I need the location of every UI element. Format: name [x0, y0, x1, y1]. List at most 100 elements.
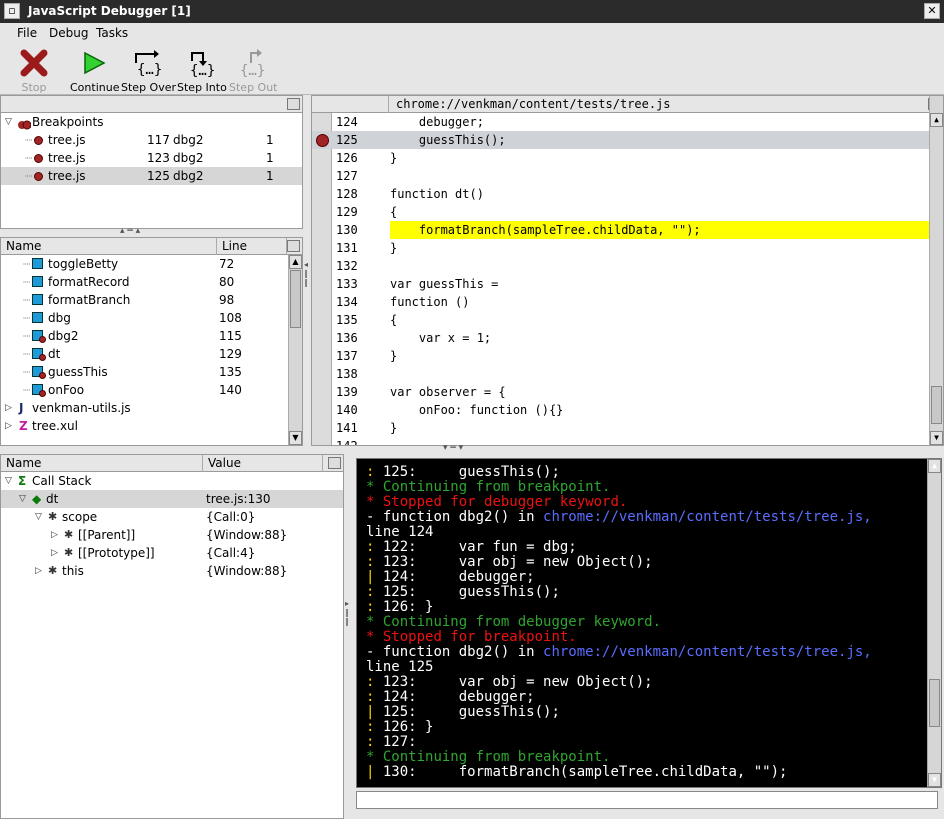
breakpoint-icon[interactable]	[316, 134, 329, 147]
scroll-down-icon[interactable]: ▼	[289, 431, 302, 445]
window-menu-icon[interactable]: ▫	[4, 3, 20, 19]
source-line[interactable]: 138	[312, 365, 929, 383]
bp-function: dbg2	[173, 169, 204, 183]
source-line[interactable]: 139 var observer = {	[312, 383, 929, 401]
column-picker-icon[interactable]	[328, 457, 341, 469]
call-stack-root[interactable]: ▽ Σ Call Stack	[1, 472, 343, 490]
stack-row[interactable]: ▷ ✱ [[Parent]] {Window:88}	[1, 526, 343, 544]
scroll-thumb[interactable]	[929, 679, 940, 727]
stack-row[interactable]: ▽ ◆ dt tree.js:130	[1, 490, 343, 508]
breakpoints-root[interactable]: ▽ Breakpoints	[1, 113, 302, 131]
scroll-up-icon[interactable]: ▲	[930, 113, 943, 127]
function-row[interactable]: ┈ dbg2 115	[1, 327, 302, 345]
source-line[interactable]: 137}	[312, 347, 929, 365]
function-row[interactable]: ┈ onFoo 140	[1, 381, 302, 399]
stop-button[interactable]: Stop	[14, 49, 54, 94]
function-row[interactable]: ┈ formatRecord 80	[1, 273, 302, 291]
function-row[interactable]: ┈ dt 129	[1, 345, 302, 363]
source-line[interactable]: 130 formatBranch(sampleTree.childData, "…	[312, 221, 929, 239]
source-line[interactable]: 134 function ()	[312, 293, 929, 311]
step-into-button[interactable]: {…} Step Into	[177, 49, 227, 94]
expand-icon[interactable]: ▷	[5, 399, 12, 417]
scroll-thumb[interactable]	[290, 270, 301, 328]
breakpoint-row[interactable]: ┈ tree.js 117 dbg2 1	[1, 131, 302, 149]
function-row[interactable]: ┈ formatBranch 98	[1, 291, 302, 309]
collapse-icon[interactable]: ▽	[5, 472, 12, 490]
function-line: 108	[219, 311, 242, 325]
source-line[interactable]: 126}	[312, 149, 929, 167]
source-line[interactable]: 128 function dt()	[312, 185, 929, 203]
line-number: 124	[332, 113, 382, 131]
source-line[interactable]: 129 {	[312, 203, 929, 221]
column-picker-icon[interactable]	[287, 98, 300, 110]
vertical-splitter-bottom[interactable]: ▸ ‖ ‖	[344, 454, 352, 819]
frame-icon: ◆	[32, 492, 42, 506]
code-text: {	[390, 313, 398, 327]
source-line[interactable]: 141}	[312, 419, 929, 437]
function-row[interactable]: ┈ guessThis 135	[1, 363, 302, 381]
stack-row[interactable]: ▷ ✱ this {Window:88}	[1, 562, 343, 580]
stack-row[interactable]: ▽ ✱ scope {Call:0}	[1, 508, 343, 526]
code-text: var guessThis =	[390, 277, 499, 291]
menu-tasks[interactable]: Tasks	[96, 26, 128, 40]
scripts-scrollbar[interactable]: ▲ ▼	[288, 255, 302, 445]
source-line[interactable]: 132	[312, 257, 929, 275]
source-line[interactable]: 136 var x = 1;	[312, 329, 929, 347]
expand-icon[interactable]: ▷	[35, 562, 42, 580]
step-over-button[interactable]: {…} Step Over	[121, 49, 176, 94]
breakpoint-row[interactable]: ┈ tree.js 125 dbg2 1	[1, 167, 302, 185]
source-line[interactable]: 140 onFoo: function (){}	[312, 401, 929, 419]
horizontal-splitter[interactable]: ▴ ═ ▴	[0, 226, 303, 237]
expand-icon[interactable]: ▷	[51, 544, 58, 562]
source-line[interactable]: 127	[312, 167, 929, 185]
source-line[interactable]: 142	[312, 437, 929, 445]
collapse-icon[interactable]: ▽	[5, 113, 12, 131]
function-line: 115	[219, 329, 242, 343]
console-url-link[interactable]: chrome://venkman/content/tests/tree.js,	[543, 509, 872, 525]
function-row[interactable]: ┈ toggleBetty 72	[1, 255, 302, 273]
col-name[interactable]: Name	[1, 455, 203, 472]
col-line[interactable]: Line	[217, 238, 287, 255]
collapse-icon[interactable]: ▽	[35, 508, 42, 526]
source-line[interactable]: 131}	[312, 239, 929, 257]
console-scrollbar[interactable]: ▲ ▼	[927, 459, 941, 787]
console-url-link[interactable]: chrome://venkman/content/tests/tree.js,	[543, 644, 872, 660]
source-line[interactable]: 135 {	[312, 311, 929, 329]
vertical-splitter[interactable]: ◂ ‖ ‖	[303, 95, 311, 446]
collapse-icon[interactable]: ▽	[19, 490, 26, 508]
script-file-row[interactable]: ▷ Ztree.xul	[1, 417, 302, 435]
close-icon[interactable]: ✕	[924, 3, 940, 19]
console-input[interactable]	[356, 791, 938, 809]
scroll-up-icon[interactable]: ▲	[928, 459, 941, 473]
col-value[interactable]: Value	[203, 455, 323, 472]
menu-file[interactable]: File	[17, 26, 37, 40]
line-number: 137	[332, 347, 382, 365]
horizontal-splitter-main[interactable]: ▾ ═ ▾	[0, 443, 944, 454]
expand-icon[interactable]: ▷	[51, 526, 58, 544]
function-line: 80	[219, 275, 235, 289]
bp-line: 125	[147, 169, 170, 183]
stack-name: [[Prototype]]	[78, 546, 155, 560]
script-file-row[interactable]: ▷ Jvenkman-utils.js	[1, 399, 302, 417]
source-line[interactable]: 125 guessThis();	[312, 131, 929, 149]
stack-row[interactable]: ▷ ✱ [[Prototype]] {Call:4}	[1, 544, 343, 562]
menu-debug[interactable]: Debug	[49, 26, 88, 40]
step-out-button[interactable]: {…} Step Out	[229, 49, 278, 94]
line-number: 126	[332, 149, 382, 167]
continue-button[interactable]: Continue	[70, 49, 119, 94]
col-name[interactable]: Name	[1, 238, 217, 255]
scroll-down-icon[interactable]: ▼	[930, 431, 943, 445]
source-line[interactable]: 124 debugger;	[312, 113, 929, 131]
function-row[interactable]: ┈ dbg 108	[1, 309, 302, 327]
toolbar: Stop Continue {…} Step Over {…} Step Int…	[0, 45, 944, 95]
function-line: 98	[219, 293, 235, 307]
console-line: | 124: debugger;	[366, 570, 535, 585]
column-picker-icon[interactable]	[287, 240, 300, 252]
breakpoint-row[interactable]: ┈ tree.js 123 dbg2 1	[1, 149, 302, 167]
scroll-down-icon[interactable]: ▼	[928, 773, 941, 787]
expand-icon[interactable]: ▷	[5, 417, 12, 435]
source-scrollbar[interactable]: ▲ ▼	[929, 96, 943, 445]
scroll-up-icon[interactable]: ▲	[289, 255, 302, 269]
source-line[interactable]: 133 var guessThis =	[312, 275, 929, 293]
scroll-thumb[interactable]	[931, 386, 942, 424]
